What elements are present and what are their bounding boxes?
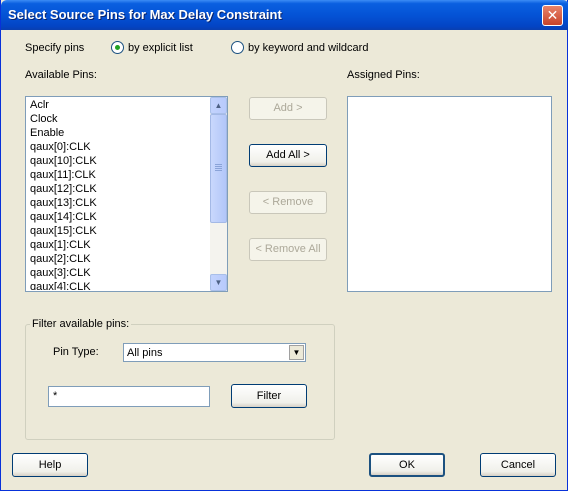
add-all-button[interactable]: Add All > <box>249 144 327 167</box>
list-item[interactable]: qaux[13]:CLK <box>28 196 209 210</box>
available-pins-items: Aclr Clock Enable qaux[0]:CLK qaux[10]:CLK qa… <box>28 98 209 290</box>
chevron-down-icon[interactable]: ▼ <box>289 345 304 360</box>
radio-explicit-list[interactable] <box>111 41 124 54</box>
assigned-pins-label: Assigned Pins: <box>347 69 420 81</box>
list-item[interactable]: qaux[15]:CLK <box>28 224 209 238</box>
list-item[interactable]: qaux[2]:CLK <box>28 252 209 266</box>
filter-group-title: Filter available pins: <box>30 318 132 330</box>
radio-keyword-wildcard-label[interactable]: by keyword and wildcard <box>248 42 368 54</box>
list-item[interactable]: Enable <box>28 126 209 140</box>
title-bar[interactable]: Select Source Pins for Max Delay Constra… <box>1 0 568 30</box>
available-pins-list[interactable]: Aclr Clock Enable qaux[0]:CLK qaux[10]:CLK qa… <box>25 96 228 292</box>
add-button[interactable]: Add > <box>249 97 327 120</box>
cancel-button[interactable]: Cancel <box>480 453 556 477</box>
close-icon[interactable]: ✕ <box>542 5 563 26</box>
help-button[interactable]: Help <box>12 453 88 477</box>
list-item[interactable]: Clock <box>28 112 209 126</box>
remove-all-button[interactable]: < Remove All <box>249 238 327 261</box>
radio-explicit-list-label[interactable]: by explicit list <box>128 42 193 54</box>
list-item[interactable]: Aclr <box>28 98 209 112</box>
pin-type-value: All pins <box>127 347 163 359</box>
list-item[interactable]: qaux[3]:CLK <box>28 266 209 280</box>
pin-type-select[interactable]: All pins ▼ <box>123 343 306 362</box>
list-item[interactable]: qaux[4]:CLK <box>28 280 209 290</box>
filter-pattern-input[interactable]: * <box>48 386 210 407</box>
scrollbar-thumb[interactable] <box>210 114 227 223</box>
scroll-up-icon[interactable]: ▲ <box>210 97 227 114</box>
radio-keyword-wildcard[interactable] <box>231 41 244 54</box>
specify-pins-label: Specify pins <box>25 42 85 54</box>
list-item[interactable]: qaux[1]:CLK <box>28 238 209 252</box>
filter-button[interactable]: Filter <box>231 384 307 408</box>
assigned-pins-list[interactable] <box>347 96 552 292</box>
list-item[interactable]: qaux[10]:CLK <box>28 154 209 168</box>
list-item[interactable]: qaux[11]:CLK <box>28 168 209 182</box>
pin-type-label: Pin Type: <box>53 346 99 358</box>
ok-button[interactable]: OK <box>369 453 445 477</box>
filter-groupbox <box>25 324 335 440</box>
dialog-window: Select Source Pins for Max Delay Constra… <box>0 0 568 491</box>
available-pins-scrollbar[interactable]: ▲ ▼ <box>210 97 227 291</box>
list-item[interactable]: qaux[14]:CLK <box>28 210 209 224</box>
list-item[interactable]: qaux[12]:CLK <box>28 182 209 196</box>
available-pins-label: Available Pins: <box>25 69 97 81</box>
scroll-down-icon[interactable]: ▼ <box>210 274 227 291</box>
remove-button[interactable]: < Remove <box>249 191 327 214</box>
list-item[interactable]: qaux[0]:CLK <box>28 140 209 154</box>
window-title: Select Source Pins for Max Delay Constra… <box>8 7 282 22</box>
